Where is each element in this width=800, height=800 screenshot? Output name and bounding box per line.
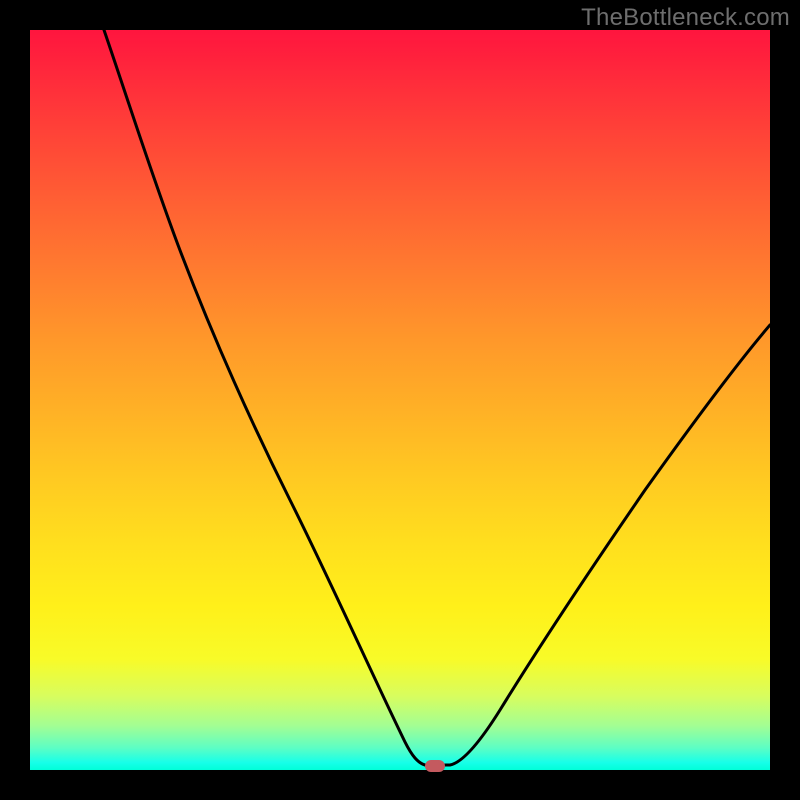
chart-frame: TheBottleneck.com [0,0,800,800]
bottleneck-curve [30,30,770,770]
valley-marker [425,760,445,772]
plot-area [30,30,770,770]
curve-path [104,30,770,765]
watermark-text: TheBottleneck.com [581,4,790,32]
